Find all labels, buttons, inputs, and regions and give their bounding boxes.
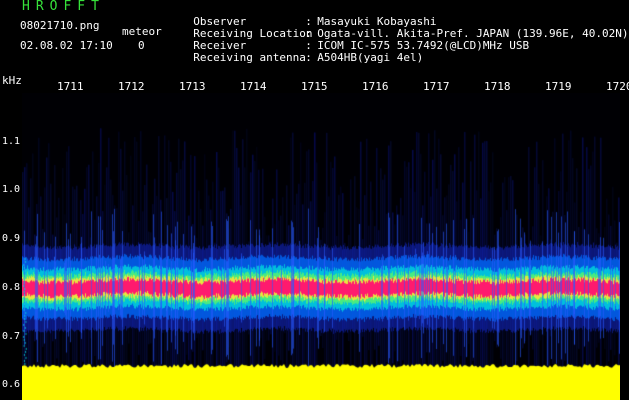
app-title: HROFFT — [22, 0, 105, 14]
x-tick-label: 1714 — [240, 80, 267, 93]
y-tick-label: 0.6 — [2, 379, 21, 391]
x-tick-label: 1716 — [362, 80, 389, 93]
spectrogram[interactable] — [22, 93, 620, 400]
y-tick-label: 0.7 — [2, 330, 21, 342]
filename: 08021710.png — [20, 19, 100, 32]
x-tick-label: 1713 — [179, 80, 206, 93]
datetime: 02.08.02 17:10 — [20, 39, 113, 52]
y-tick-label: 0.9 — [2, 233, 21, 245]
x-tick-label: 1718 — [484, 80, 511, 93]
x-tick-label: 1720 — [606, 80, 629, 93]
x-tick-label: 1711 — [57, 80, 84, 93]
y-tick-label: 0.8 — [2, 281, 21, 293]
info-antenna: Receiving antenna: A504HB(yagi 4el) — [193, 51, 424, 64]
y-axis-label: kHz — [2, 74, 22, 87]
y-tick-label: 1.0 — [2, 184, 21, 196]
x-tick-label: 1715 — [301, 80, 328, 93]
x-tick-label: 1712 — [118, 80, 145, 93]
info-antenna-value: A504HB(yagi 4el) — [317, 51, 424, 64]
meteor-label: meteor — [122, 25, 162, 38]
x-tick-label: 1719 — [545, 80, 572, 93]
info-antenna-label: Receiving antenna — [193, 51, 306, 64]
meteor-count: 0 — [138, 39, 145, 52]
x-tick-label: 1717 — [423, 80, 450, 93]
y-tick-label: 1.1 — [2, 135, 21, 147]
